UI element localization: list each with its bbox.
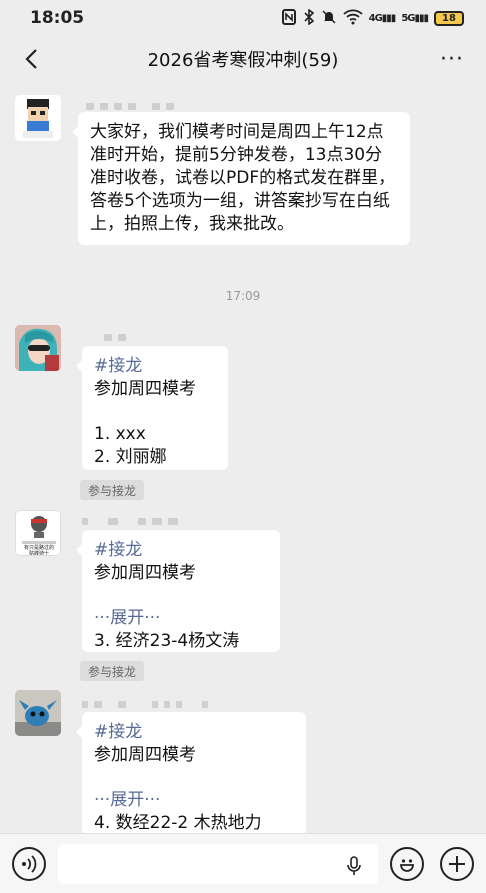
avatar-anime-image <box>15 325 61 371</box>
status-bar: 18:05 4G▮▮▮ 5G▮▮▮ 18 <box>0 0 486 36</box>
solitaire-bubble[interactable]: #接龙 参加周四模考 ···展开··· 3. 经济23-4杨文涛 <box>76 530 280 652</box>
solitaire-entry: 2. 刘丽娜 <box>94 447 167 467</box>
message-text: 大家好，我们模考时间是周四上午12点准时开始，提前5分钟发卷，13点30分准时收… <box>90 122 396 234</box>
avatar[interactable] <box>15 325 61 371</box>
join-solitaire-chip[interactable]: 参与接龙 <box>80 661 145 681</box>
status-time: 18:05 <box>30 8 85 28</box>
solitaire-title: 参加周四模考 <box>94 563 196 583</box>
back-button[interactable] <box>16 44 46 74</box>
more-actions-button[interactable] <box>440 847 474 881</box>
bluetooth-icon <box>303 7 315 28</box>
join-solitaire-chip[interactable]: 参与接龙 <box>80 480 145 500</box>
network-4g-label: 4G <box>368 12 383 24</box>
solitaire-tag[interactable]: #接龙 <box>94 355 216 378</box>
voice-button[interactable] <box>12 847 46 881</box>
expand-link[interactable]: ···展开··· <box>94 607 268 630</box>
emoji-button[interactable] <box>390 847 424 881</box>
chevron-left-icon <box>25 49 37 69</box>
time-separator: 17:09 <box>225 289 261 303</box>
message-input[interactable] <box>58 844 378 884</box>
status-icons: 4G▮▮▮ 5G▮▮▮ 18 <box>281 7 464 28</box>
input-bar <box>0 833 486 893</box>
network-5g-label: 5G <box>401 12 415 24</box>
solitaire-title: 参加周四模考 <box>94 379 196 399</box>
solitaire-entry: 3. 经济23-4杨文涛 <box>94 631 240 651</box>
mute-icon <box>321 9 337 28</box>
avatar[interactable] <box>15 95 61 141</box>
avatar-plush-toy-image <box>15 690 61 736</box>
microphone-icon[interactable] <box>346 856 362 876</box>
wifi-icon <box>343 9 363 28</box>
solitaire-entry: 1. xxx <box>94 424 146 444</box>
emoji-icon <box>400 859 414 872</box>
solitaire-bubble[interactable]: #接龙 参加周四模考 ···展开··· 4. 数经22-2 木热地力 <box>76 712 306 836</box>
battery-level: 18 <box>442 12 456 24</box>
svg-text:骷髅骑士: 骷髅骑士 <box>29 550 49 556</box>
chat-header: 2026省考寒假冲刺(59) ··· <box>0 36 486 82</box>
battery-icon: 18 <box>434 10 464 26</box>
svg-text:有只是路过的: 有只是路过的 <box>24 544 54 551</box>
solitaire-bubble[interactable]: #接龙 参加周四模考 1. xxx 2. 刘丽娜 <box>76 346 228 470</box>
avatar[interactable] <box>15 690 61 736</box>
voice-icon <box>22 855 37 873</box>
sender-nickname-blurred <box>86 99 174 113</box>
avatar-skull-knight-image: 有只是路过的 骷髅骑士 <box>16 511 60 556</box>
nfc-icon <box>281 8 297 28</box>
sender-nickname-blurred <box>82 514 178 528</box>
solitaire-title: 参加周四模考 <box>94 745 196 765</box>
sender-nickname-blurred <box>82 697 208 711</box>
avatar[interactable]: 有只是路过的 骷髅骑士 <box>15 510 61 556</box>
signal-5g-icon: 5G▮▮▮ <box>401 12 429 24</box>
chat-title: 2026省考寒假冲刺(59) <box>147 50 339 71</box>
more-icon: ··· <box>440 46 464 72</box>
expand-link[interactable]: ···展开··· <box>94 789 294 812</box>
signal-4g-icon: 4G▮▮▮ <box>368 12 397 24</box>
solitaire-tag[interactable]: #接龙 <box>94 721 294 744</box>
plus-icon <box>449 856 465 872</box>
solitaire-tag[interactable]: #接龙 <box>94 539 268 562</box>
more-button[interactable]: ··· <box>434 44 470 74</box>
solitaire-entry: 4. 数经22-2 木热地力 <box>94 813 262 833</box>
avatar-cartoon-image <box>15 95 61 141</box>
message-bubble[interactable]: 大家好，我们模考时间是周四上午12点准时开始，提前5分钟发卷，13点30分准时收… <box>72 112 410 245</box>
sender-nickname-blurred <box>104 330 126 344</box>
